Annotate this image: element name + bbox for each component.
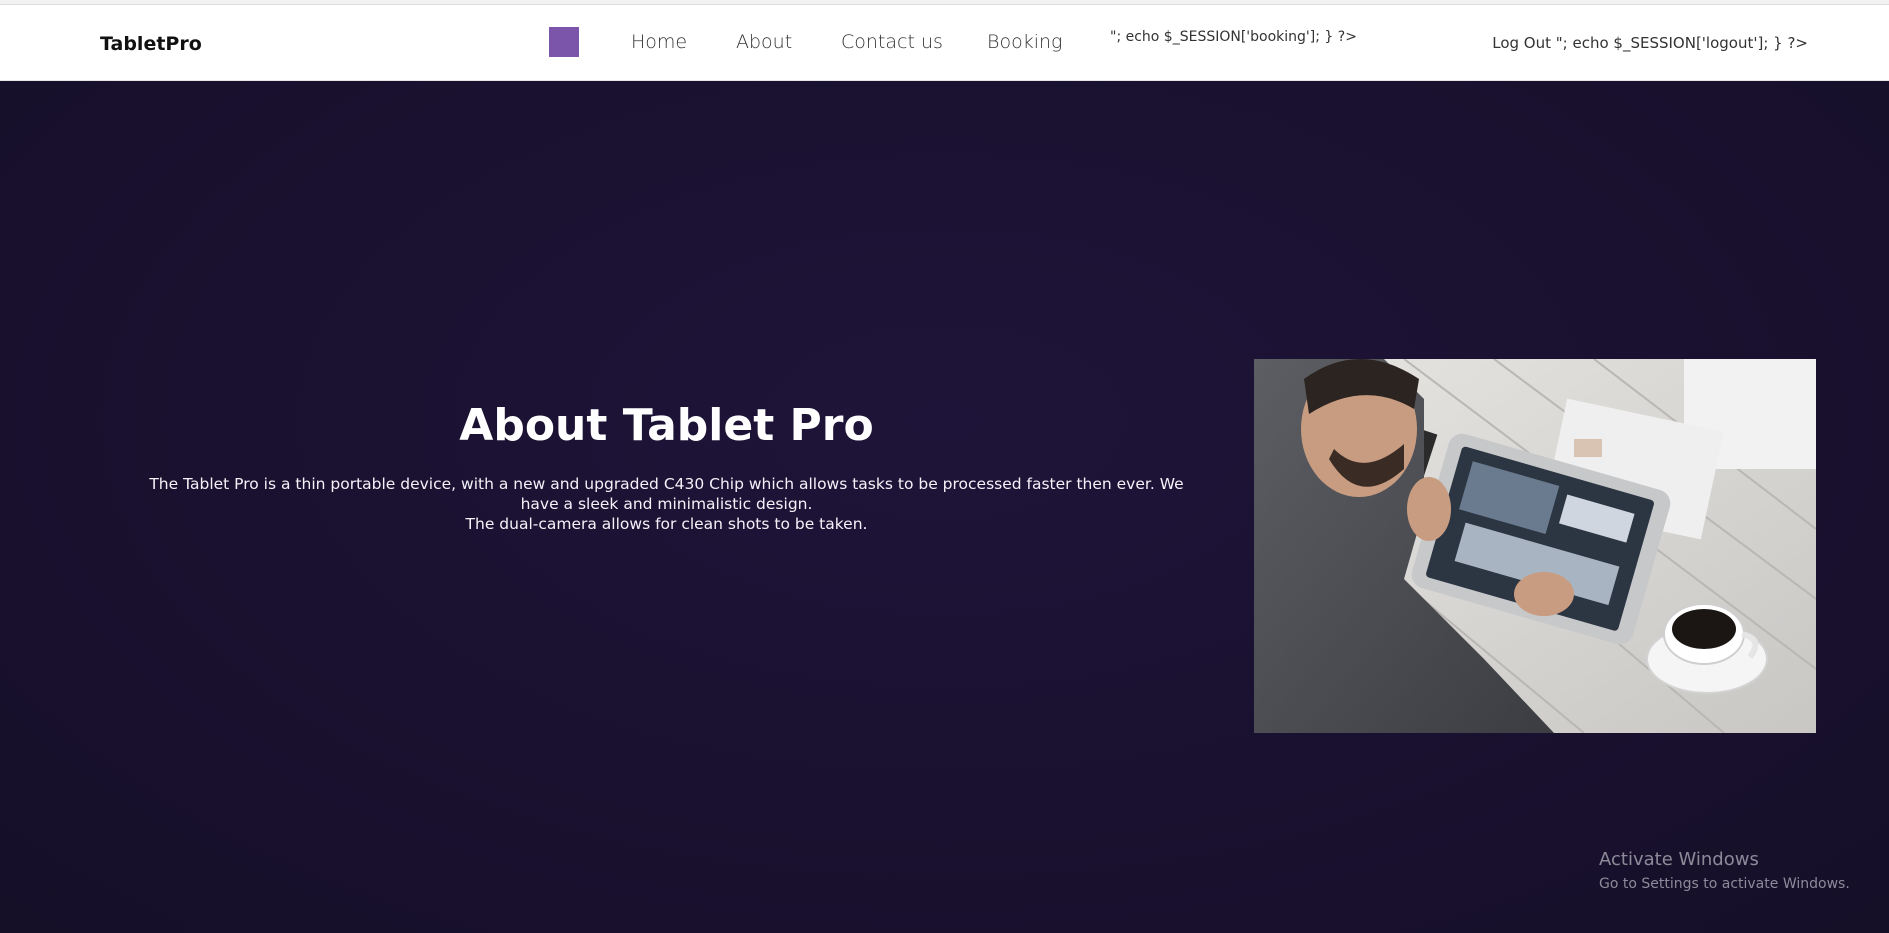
about-paragraph: The Tablet Pro is a thin portable device… xyxy=(130,474,1203,534)
watermark-title: Activate Windows xyxy=(1599,849,1759,870)
navbar: TabletPro Home About Contact us Booking … xyxy=(0,5,1889,81)
nav-contact-link[interactable]: Contact us xyxy=(841,31,943,53)
nav-booking-link[interactable]: Booking xyxy=(987,31,1062,53)
logout-link[interactable]: Log Out "; echo $_SESSION['logout']; } ?… xyxy=(1492,34,1808,52)
booking-session-text: "; echo $_SESSION['booking']; } ?> xyxy=(1110,29,1357,45)
windows-activation-watermark: Activate Windows Go to Settings to activ… xyxy=(1599,848,1850,894)
tablet-user-photo xyxy=(1254,359,1816,733)
square-icon[interactable] xyxy=(549,27,579,57)
watermark-subtitle: Go to Settings to activate Windows. xyxy=(1599,876,1850,892)
nav-about-link[interactable]: About xyxy=(736,31,792,53)
brand-logo[interactable]: TabletPro xyxy=(100,33,202,55)
nav-home-link[interactable]: Home xyxy=(631,31,687,53)
about-paragraph-line2: The dual-camera allows for clean shots t… xyxy=(465,515,868,533)
about-title: About Tablet Pro xyxy=(459,400,874,451)
about-paragraph-line1: The Tablet Pro is a thin portable device… xyxy=(149,475,1184,513)
about-section: About Tablet Pro The Tablet Pro is a thi… xyxy=(130,400,1203,534)
